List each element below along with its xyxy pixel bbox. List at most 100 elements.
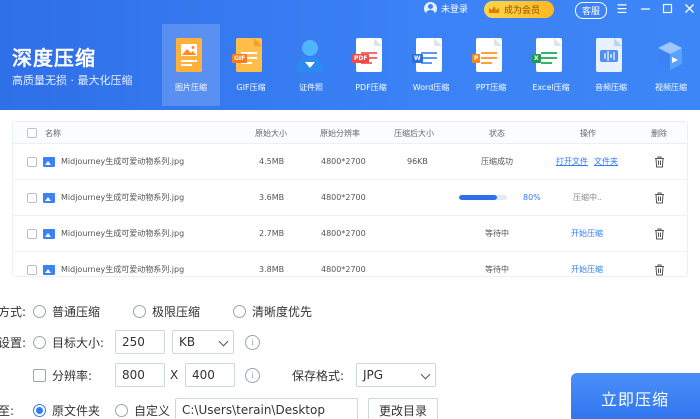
start-compress-link[interactable]: 开始压缩	[571, 252, 603, 276]
radio-label: 清晰度优先	[252, 304, 313, 319]
progress-wrap: 80%	[459, 180, 541, 215]
format-select[interactable]: JPG	[356, 363, 436, 387]
radio-label: 自定义	[134, 403, 171, 418]
table-row: Midjourney生成可爱动物系列.jpg 2.7MB 4800*2700 等…	[13, 216, 687, 252]
tool-pdf-compress[interactable]: PDF PDF压缩	[342, 24, 400, 106]
start-compress-link[interactable]: 开始压缩	[571, 216, 603, 251]
checkbox[interactable]	[33, 368, 46, 382]
format-label: 保存格式:	[292, 368, 345, 383]
new-size: 96KB	[407, 157, 428, 166]
tool-label: Word压缩	[412, 83, 450, 92]
orig-res: 4800*2700	[321, 193, 366, 202]
file-table: 名称 原始大小 原始分辨率 压缩后大小 状态 操作 删除 Midjourney生…	[12, 121, 688, 277]
output-path-input[interactable]: C:\Users\terain\Desktop	[175, 398, 358, 419]
radio-label: 目标大小:	[52, 335, 105, 350]
header-status: 状态	[489, 128, 505, 138]
header-orig-res: 原始分辨率	[320, 128, 360, 138]
open-file-link[interactable]: 打开文件	[556, 156, 588, 167]
resolution-width-input[interactable]: 800	[115, 363, 165, 387]
maximize-icon[interactable]	[661, 3, 673, 15]
tool-word-compress[interactable]: W Word压缩	[402, 24, 460, 106]
file-name: Midjourney生成可爱动物系列.jpg	[61, 229, 185, 238]
target-size-input[interactable]: 250	[115, 330, 165, 354]
audio-icon	[596, 38, 622, 72]
radio-selected[interactable]	[33, 403, 46, 417]
target-size-option[interactable]: 目标大小:	[33, 329, 104, 355]
mode-option-normal[interactable]: 普通压缩	[33, 298, 100, 324]
mode-option-extreme[interactable]: 极限压缩	[133, 298, 200, 324]
tool-label: PPT压缩	[475, 83, 507, 92]
app-title: 深度压缩	[12, 46, 96, 70]
resolution-height-input[interactable]: 400	[185, 363, 235, 387]
login-status[interactable]: 未登录	[423, 2, 468, 15]
tool-audio-compress[interactable]: 音频压缩	[582, 24, 640, 106]
orig-res: 4800*2700	[321, 229, 366, 238]
table-row: Midjourney生成可爱动物系列.jpg 3.6MB 4800*2700 8…	[13, 180, 687, 216]
service-button[interactable]: 客服	[574, 2, 607, 19]
row-checkbox[interactable]	[27, 228, 37, 239]
radio-label: 原文件夹	[52, 403, 101, 418]
app-subtitle: 高质量无损 · 最大化压缩	[12, 74, 133, 87]
tool-label: PDF压缩	[355, 83, 387, 92]
change-directory-button[interactable]: 更改目录	[368, 398, 438, 419]
trash-icon[interactable]	[654, 144, 665, 179]
tool-gif-compress[interactable]: GIF GIF压缩	[222, 24, 280, 106]
vip-button[interactable]: 成为会员	[484, 1, 554, 18]
tool-label: Excel压缩	[532, 83, 570, 92]
radio[interactable]	[233, 304, 246, 318]
image-file-icon	[43, 264, 55, 275]
status-text: 压缩成功	[481, 157, 513, 166]
radio[interactable]	[33, 304, 46, 318]
trash-icon[interactable]	[654, 216, 665, 251]
size-unit-select[interactable]: KB	[172, 330, 234, 354]
file-name: Midjourney生成可爱动物系列.jpg	[61, 265, 185, 274]
row-checkbox[interactable]	[27, 192, 37, 203]
output-option-custom[interactable]: 自定义	[115, 397, 170, 419]
tool-ppt-compress[interactable]: P PPT压缩	[462, 24, 520, 106]
mode-option-clarity[interactable]: 清晰度优先	[233, 298, 312, 324]
header: 深度压缩 高质量无损 · 最大化压缩 未登录 成为会员 客服 ☰ 图片压缩 GI…	[0, 0, 700, 110]
tool-label: 证件照	[299, 83, 323, 92]
table-row: Midjourney生成可爱动物系列.jpg 3.8MB 4800*2700 等…	[13, 252, 687, 276]
info-icon[interactable]: i	[245, 367, 260, 383]
header-action: 操作	[580, 128, 596, 138]
vip-label: 成为会员	[504, 6, 541, 16]
login-label: 未登录	[440, 5, 468, 15]
tool-video-compress[interactable]: 视频压缩	[642, 24, 700, 106]
select-all-checkbox[interactable]	[27, 128, 37, 138]
tool-label: GIF压缩	[236, 83, 266, 92]
progress-fill	[459, 195, 498, 200]
tool-label: 视频压缩	[655, 83, 687, 92]
header-new-size: 压缩后大小	[394, 128, 434, 138]
crown-icon	[488, 5, 500, 15]
format-value: JPG	[363, 368, 384, 382]
image-compress-icon	[176, 38, 202, 72]
trash-icon[interactable]	[654, 180, 665, 215]
info-icon[interactable]: i	[245, 334, 260, 350]
row-checkbox[interactable]	[27, 156, 37, 167]
output-option-original[interactable]: 原文件夹	[33, 397, 100, 419]
tool-image-compress[interactable]: 图片压缩	[162, 24, 220, 106]
tool-label: 图片压缩	[175, 83, 207, 92]
compress-now-button[interactable]: 立即压缩	[571, 373, 700, 419]
file-name: Midjourney生成可爱动物系列.jpg	[61, 157, 185, 166]
radio[interactable]	[133, 304, 146, 318]
image-file-icon	[43, 156, 55, 167]
radio[interactable]	[33, 335, 46, 349]
trash-icon[interactable]	[654, 252, 665, 276]
radio[interactable]	[115, 403, 128, 417]
tool-excel-compress[interactable]: X Excel压缩	[522, 24, 580, 106]
ppt-icon: P	[472, 38, 502, 72]
pdf-icon: PDF	[352, 38, 382, 72]
radio-label: 极限压缩	[152, 304, 201, 319]
menu-icon[interactable]: ☰	[616, 3, 628, 15]
size-setting-label: 设置:	[0, 335, 27, 350]
orig-size: 4.5MB	[259, 157, 285, 166]
row-checkbox[interactable]	[27, 264, 37, 275]
tool-bar: 图片压缩 GIF GIF压缩 证件照 PDF PDF压缩 W Word压缩 P …	[162, 24, 700, 106]
tool-id-photo[interactable]: 证件照	[282, 24, 340, 106]
open-folder-link[interactable]: 文件夹	[594, 156, 618, 167]
minimize-icon[interactable]	[639, 3, 651, 15]
resolution-option[interactable]: 分辨率:	[33, 362, 92, 388]
close-icon[interactable]	[683, 3, 695, 15]
